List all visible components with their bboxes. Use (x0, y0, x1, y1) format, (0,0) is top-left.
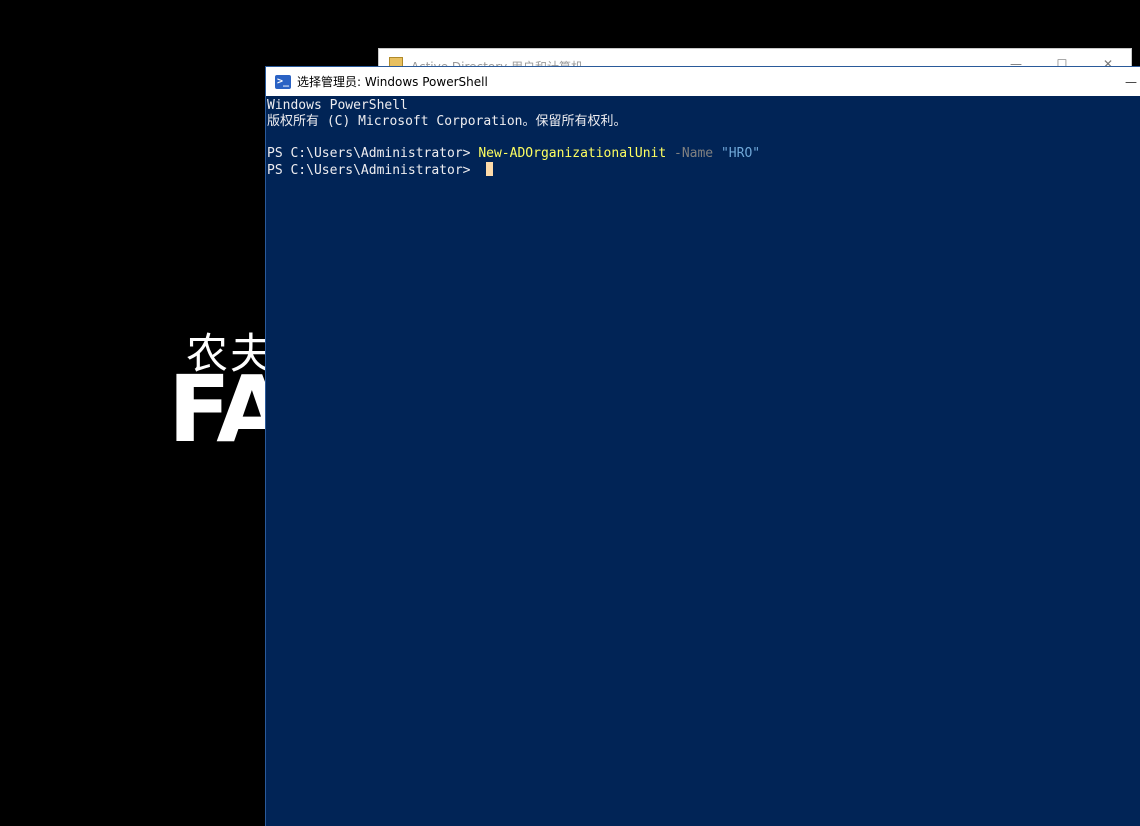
console-parameter: -Name (674, 146, 714, 161)
desktop: 农夫 FA Active Directory 用户和计算机 — ☐ ✕ >_ 选… (0, 0, 1140, 826)
console-prompt-current: PS C:\Users\Administrator> (267, 163, 479, 178)
powershell-title-bar[interactable]: >_ 选择管理员: Windows PowerShell — (266, 67, 1140, 96)
console-prompt: PS C:\Users\Administrator> (267, 146, 479, 161)
console-header-line-1: Windows PowerShell (267, 98, 408, 113)
powershell-window-title: 选择管理员: Windows PowerShell (297, 75, 488, 89)
text-cursor (486, 162, 494, 176)
console-command-line: PS C:\Users\Administrator> New-ADOrganiz… (267, 146, 1140, 162)
console-current-line[interactable]: PS C:\Users\Administrator> (267, 162, 1140, 178)
powershell-icon: >_ (275, 74, 291, 89)
console-cmdlet: New-ADOrganizationalUnit (478, 146, 667, 161)
console-header-line-2: 版权所有 (C) Microsoft Corporation。保留所有权利。 (267, 114, 627, 129)
powershell-minimize-button[interactable]: — (1121, 67, 1140, 96)
powershell-console[interactable]: Windows PowerShell 版权所有 (C) Microsoft Cor… (266, 96, 1140, 826)
powershell-window[interactable]: >_ 选择管理员: Windows PowerShell — Windows P… (265, 66, 1140, 826)
console-argument: "HRO" (720, 146, 761, 161)
